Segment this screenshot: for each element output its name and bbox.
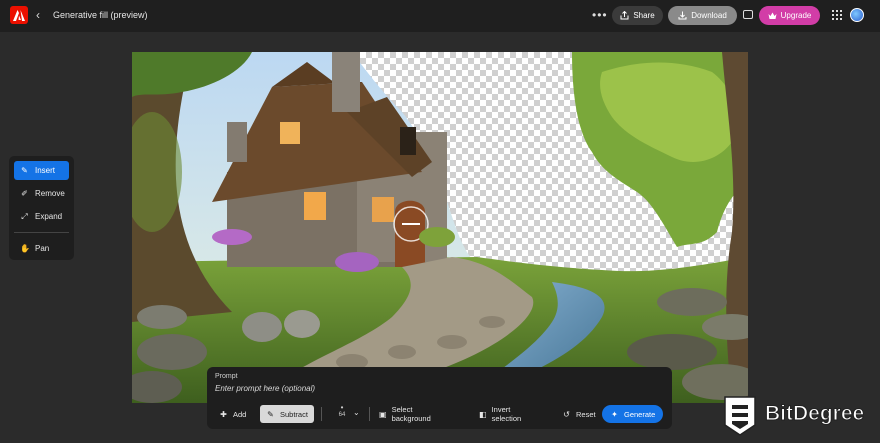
- bitdegree-wordmark: BitDegree: [764, 402, 865, 426]
- tool-pan-label: Pan: [35, 244, 50, 253]
- tool-divider: [14, 232, 69, 233]
- avatar[interactable]: [850, 8, 864, 22]
- remove-brush-icon: ✐: [21, 189, 28, 198]
- bitdegree-watermark: BitDegree: [722, 393, 876, 437]
- add-button[interactable]: ✚ Add: [213, 405, 252, 423]
- tool-insert-label: Insert: [35, 166, 56, 175]
- adobe-logo-icon[interactable]: [10, 6, 28, 24]
- comment-icon[interactable]: [743, 10, 753, 19]
- hand-icon: ✋: [20, 244, 30, 253]
- select-background-icon: ▣: [379, 409, 387, 419]
- invert-selection-label: Invert selection: [491, 405, 522, 423]
- tool-insert[interactable]: ✎ Insert: [14, 161, 69, 180]
- generate-label: Generate: [624, 409, 656, 419]
- brush-size[interactable]: • 64: [335, 403, 349, 418]
- invert-selection-button[interactable]: ◧ Invert selection: [473, 405, 529, 423]
- tool-panel: ✎ Insert ✐ Remove ⤢ Expand ✋ Pan: [9, 156, 74, 260]
- upgrade-label: Upgrade: [780, 11, 812, 20]
- download-icon: [678, 11, 687, 20]
- tool-expand[interactable]: ⤢ Expand: [14, 207, 69, 226]
- app-grid-icon[interactable]: [832, 10, 842, 20]
- separator: [321, 407, 322, 421]
- reset-label: Reset: [576, 409, 596, 419]
- separator: [369, 407, 370, 421]
- reset-button[interactable]: ↺ Reset: [556, 405, 602, 423]
- add-label: Add: [233, 409, 247, 419]
- insert-brush-icon: ✎: [21, 166, 28, 175]
- page-title: Generative fill (preview): [53, 10, 148, 20]
- download-label: Download: [691, 11, 727, 20]
- share-icon: [620, 11, 629, 20]
- top-bar: ‹ Generative fill (preview) ••• Share Do…: [0, 0, 880, 32]
- select-background-label: Select background: [391, 405, 431, 423]
- tool-pan[interactable]: ✋ Pan: [14, 239, 69, 258]
- image-canvas[interactable]: [132, 52, 748, 403]
- share-button[interactable]: Share: [612, 6, 663, 25]
- crown-icon: [768, 12, 777, 19]
- tool-expand-label: Expand: [35, 212, 63, 221]
- invert-selection-icon: ◧: [479, 409, 487, 419]
- prompt-panel: Prompt Enter prompt here (optional) ✚ Ad…: [207, 367, 672, 429]
- subtract-brush-icon: ✎: [267, 409, 274, 419]
- more-horizontal-icon[interactable]: •••: [592, 8, 608, 22]
- chevron-left-icon[interactable]: ‹: [36, 8, 40, 22]
- prompt-label: Prompt: [215, 373, 238, 380]
- prompt-input[interactable]: Enter prompt here (optional): [215, 384, 315, 393]
- expand-icon: ⤢: [21, 212, 28, 221]
- generate-icon: ✦: [611, 409, 618, 419]
- brush-dot-icon: •: [340, 403, 344, 412]
- generate-button[interactable]: ✦ Generate: [602, 405, 664, 423]
- tool-remove[interactable]: ✐ Remove: [14, 184, 69, 203]
- upgrade-button[interactable]: Upgrade: [759, 6, 820, 25]
- reset-icon: ↺: [563, 409, 570, 419]
- download-button[interactable]: Download: [668, 6, 737, 25]
- cottage-scene-image: [132, 52, 748, 403]
- select-background-button[interactable]: ▣ Select background: [373, 405, 438, 423]
- tool-remove-label: Remove: [35, 189, 65, 198]
- chevron-down-icon[interactable]: ⌄: [353, 408, 360, 417]
- brush-size-value: 64: [338, 412, 346, 418]
- add-brush-icon: ✚: [220, 409, 227, 419]
- subtract-button[interactable]: ✎ Subtract: [260, 405, 314, 423]
- subtract-label: Subtract: [280, 409, 308, 419]
- share-label: Share: [633, 11, 655, 20]
